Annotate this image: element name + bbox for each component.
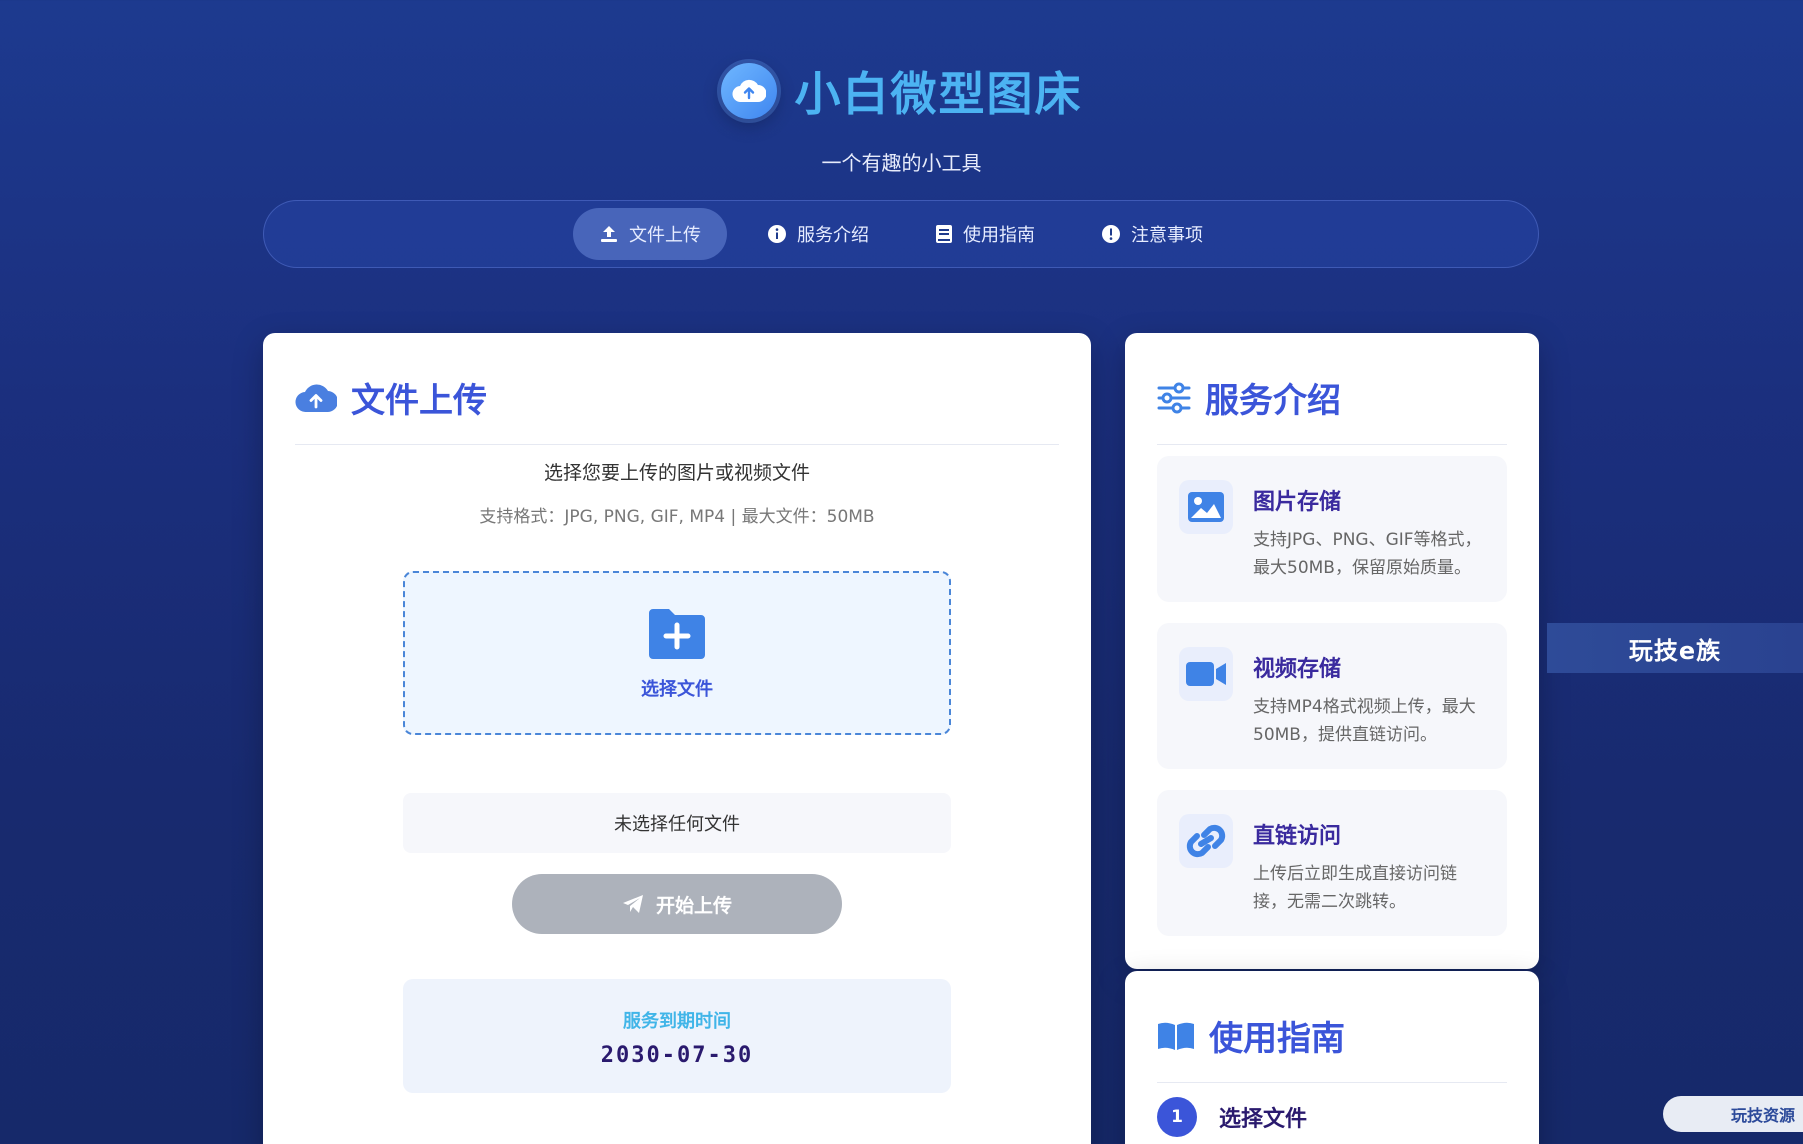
start-upload-button[interactable]: 开始上传 [512, 874, 842, 934]
feature-title: 直链访问 [1253, 824, 1342, 849]
expiry-label: 服务到期时间 [623, 1011, 731, 1032]
video-icon [1179, 647, 1233, 701]
guide-step: 1 选择文件 [1157, 1097, 1307, 1137]
brand: 小白微型图床 [0, 58, 1803, 124]
guide-card-title: 使用指南 [1209, 1019, 1345, 1059]
book-icon [936, 225, 952, 243]
tab-file-upload[interactable]: 文件上传 [573, 208, 727, 260]
info-icon [768, 225, 786, 243]
choose-file-label: 选择文件 [641, 679, 713, 700]
upload-formats: 支持格式：JPG, PNG, GIF, MP4 | 最大文件：50MB [479, 507, 875, 527]
step-number: 1 [1157, 1097, 1197, 1137]
upload-card-header: 文件上传 [295, 373, 1059, 445]
feature-image-storage: 图片存储 支持JPG、PNG、GIF等格式，最大50MB，保留原始质量。 [1157, 456, 1507, 602]
tab-notes[interactable]: 注意事项 [1075, 208, 1229, 260]
tab-label: 文件上传 [629, 225, 701, 246]
app-title: 小白微型图床 [794, 67, 1083, 121]
file-dropzone[interactable]: 选择文件 [403, 571, 951, 735]
feature-direct-link: 直链访问 上传后立即生成直接访问链接，无需二次跳转。 [1157, 790, 1507, 936]
folder-plus-icon [649, 609, 705, 659]
feature-desc: 上传后立即生成直接访问链接，无需二次跳转。 [1253, 864, 1457, 912]
service-card-header: 服务介绍 [1157, 373, 1507, 445]
feature-desc: 支持JPG、PNG、GIF等格式，最大50MB，保留原始质量。 [1253, 530, 1482, 578]
service-card: 服务介绍 图片存储 支持JPG、PNG、GIF等格式，最大50MB，保留原始质量… [1125, 333, 1539, 969]
expiry-date: 2030-07-30 [600, 1043, 754, 1068]
app-subtitle: 一个有趣的小工具 [821, 151, 982, 175]
tab-label: 使用指南 [963, 225, 1035, 246]
main-nav: 文件上传 服务介绍 使用指南 注意事项 [263, 200, 1539, 268]
tab-service-intro[interactable]: 服务介绍 [741, 208, 895, 260]
sliders-icon [1157, 382, 1191, 413]
alert-icon [1102, 225, 1120, 243]
link-icon [1179, 814, 1233, 868]
feature-title: 图片存储 [1253, 490, 1342, 515]
start-upload-label: 开始上传 [655, 894, 732, 917]
guide-card: 使用指南 1 选择文件 [1125, 971, 1539, 1144]
upload-card-title: 文件上传 [351, 381, 487, 421]
expiry-box: 服务到期时间 2030-07-30 [403, 979, 951, 1093]
tab-user-guide[interactable]: 使用指南 [909, 208, 1061, 260]
image-icon [1179, 480, 1233, 534]
feature-title: 视频存储 [1253, 657, 1342, 682]
feature-desc: 支持MP4格式视频上传，最大50MB，提供直链访问。 [1253, 697, 1476, 745]
send-icon [622, 895, 643, 913]
cloud-upload-icon [720, 63, 777, 119]
feature-video-storage: 视频存储 支持MP4格式视频上传，最大50MB，提供直链访问。 [1157, 623, 1507, 769]
file-status: 未选择任何文件 [403, 793, 951, 853]
open-book-icon [1158, 1022, 1194, 1050]
guide-card-header: 使用指南 [1157, 1011, 1507, 1083]
tab-label: 注意事项 [1131, 225, 1203, 246]
watermark-badge: 玩技e族 [1547, 623, 1803, 673]
tab-label: 服务介绍 [797, 225, 869, 246]
upload-prompt: 选择您要上传的图片或视频文件 [543, 462, 810, 484]
step-label: 选择文件 [1219, 1107, 1308, 1132]
service-card-title: 服务介绍 [1205, 381, 1341, 421]
cloud-upload-icon [295, 384, 337, 412]
watermark-corner: 玩技资源 [1663, 1096, 1803, 1132]
upload-icon [601, 226, 617, 242]
